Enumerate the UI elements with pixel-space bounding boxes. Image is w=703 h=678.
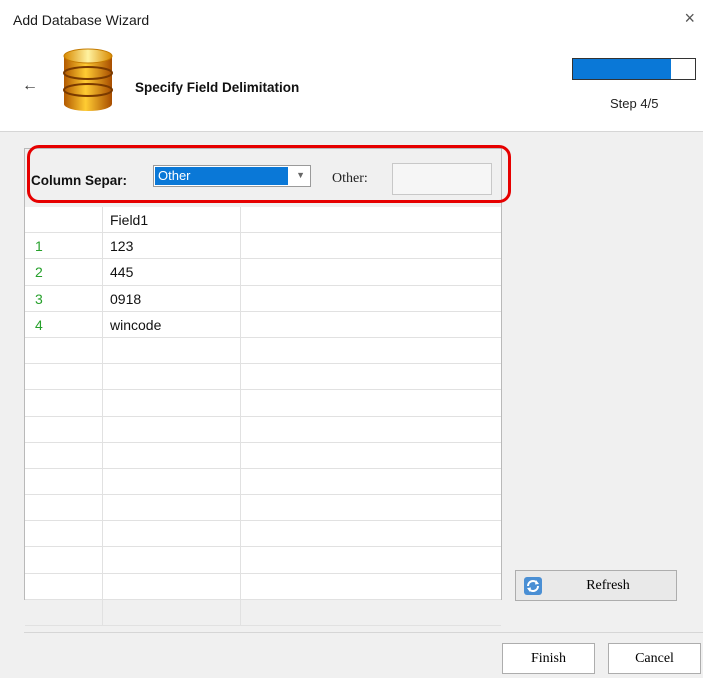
field1-cell[interactable]: 0918 (103, 285, 241, 311)
progress-fill (573, 59, 671, 79)
table-row[interactable] (25, 573, 501, 600)
refresh-button[interactable]: Refresh (515, 570, 677, 601)
field1-cell[interactable] (103, 547, 241, 573)
table-row[interactable]: 3 0918 (25, 285, 501, 312)
empty-cell (241, 233, 501, 258)
preview-panel: Column Separ: Other ▼ Other: Field1 1 123… (24, 145, 511, 626)
footer-divider (24, 632, 703, 633)
empty-cell (241, 417, 501, 442)
column-header-field1[interactable]: Field1 (103, 207, 241, 233)
table-row[interactable] (25, 364, 501, 391)
table-row[interactable] (25, 468, 501, 496)
field1-cell[interactable] (103, 416, 241, 442)
row-number (25, 468, 103, 495)
header-row: Field1 (25, 207, 501, 234)
field1-cell[interactable] (103, 442, 241, 468)
field1-cell[interactable] (103, 599, 241, 625)
column-separator-label: Column Separ: (31, 173, 128, 188)
column-separator-select[interactable]: Other ▼ (153, 165, 311, 187)
empty-cell (241, 443, 501, 468)
row-number: 3 (25, 285, 103, 311)
table-row[interactable] (25, 442, 501, 469)
row-number: 1 (25, 233, 103, 259)
step-progress-bar (572, 58, 696, 80)
close-icon[interactable]: × (684, 9, 695, 27)
database-icon (63, 48, 113, 111)
empty-cell (241, 521, 501, 546)
separator-bar: Column Separ: Other ▼ Other: (25, 145, 511, 207)
row-number (25, 547, 103, 573)
field1-cell[interactable] (103, 364, 241, 390)
empty-cell (241, 390, 501, 415)
column-header-empty (241, 207, 501, 232)
empty-cell (241, 286, 501, 311)
field1-cell[interactable]: 445 (103, 259, 241, 285)
finish-button[interactable]: Finish (502, 643, 595, 674)
empty-cell (241, 600, 501, 625)
field1-cell[interactable] (103, 521, 241, 547)
table-row[interactable]: 4 wincode (25, 311, 501, 338)
wizard-window: Add Database Wizard × ← Specify Field De… (0, 0, 703, 678)
table-row[interactable]: 2 445 (25, 259, 501, 286)
table-row[interactable] (25, 495, 501, 522)
empty-cell (241, 259, 501, 284)
field1-cell[interactable] (103, 495, 241, 521)
empty-cell (241, 338, 501, 363)
empty-cell (241, 364, 501, 389)
chevron-down-icon: ▼ (296, 170, 305, 180)
field1-cell[interactable]: wincode (103, 311, 241, 337)
table-row[interactable] (25, 599, 501, 626)
cancel-button[interactable]: Cancel (608, 643, 701, 674)
row-number (25, 495, 103, 521)
field1-cell[interactable] (103, 573, 241, 599)
row-number (25, 573, 103, 599)
empty-cell (241, 547, 501, 572)
other-separator-input[interactable] (392, 163, 492, 195)
other-label: Other: (332, 171, 368, 186)
row-number (25, 442, 103, 468)
row-number (25, 364, 103, 390)
table-row[interactable] (25, 416, 501, 443)
row-number: 4 (25, 311, 103, 337)
field1-cell[interactable] (103, 390, 241, 416)
row-number (25, 390, 103, 416)
row-number (25, 337, 103, 364)
title-bar: Add Database Wizard × (0, 0, 703, 40)
table-row[interactable] (25, 521, 501, 548)
column-header-number (25, 207, 103, 233)
wizard-header: ← Specify Field Delimitation Step 4/5 (0, 40, 703, 132)
table-row[interactable] (25, 390, 501, 417)
field1-cell[interactable]: 123 (103, 233, 241, 259)
separator-selected-value: Other (155, 167, 288, 185)
empty-cell (241, 574, 501, 599)
row-number (25, 521, 103, 547)
row-number (25, 599, 103, 625)
refresh-label: Refresh (586, 578, 630, 593)
empty-cell (241, 495, 501, 520)
field1-cell[interactable] (103, 468, 241, 495)
table-row[interactable]: 1 123 (25, 233, 501, 260)
step-indicator: Step 4/5 (610, 96, 659, 111)
data-preview-grid: Field1 1 123 2 445 3 0918 4 wincode (25, 207, 501, 626)
window-title: Add Database Wizard (13, 12, 150, 28)
step-heading: Specify Field Delimitation (135, 80, 300, 95)
table-row[interactable] (25, 547, 501, 574)
empty-cell (241, 312, 501, 337)
row-number (25, 416, 103, 442)
empty-cell (241, 469, 501, 494)
table-row[interactable] (25, 337, 501, 365)
row-number: 2 (25, 259, 103, 285)
field1-cell[interactable] (103, 337, 241, 364)
back-arrow-icon[interactable]: ← (22, 77, 38, 95)
